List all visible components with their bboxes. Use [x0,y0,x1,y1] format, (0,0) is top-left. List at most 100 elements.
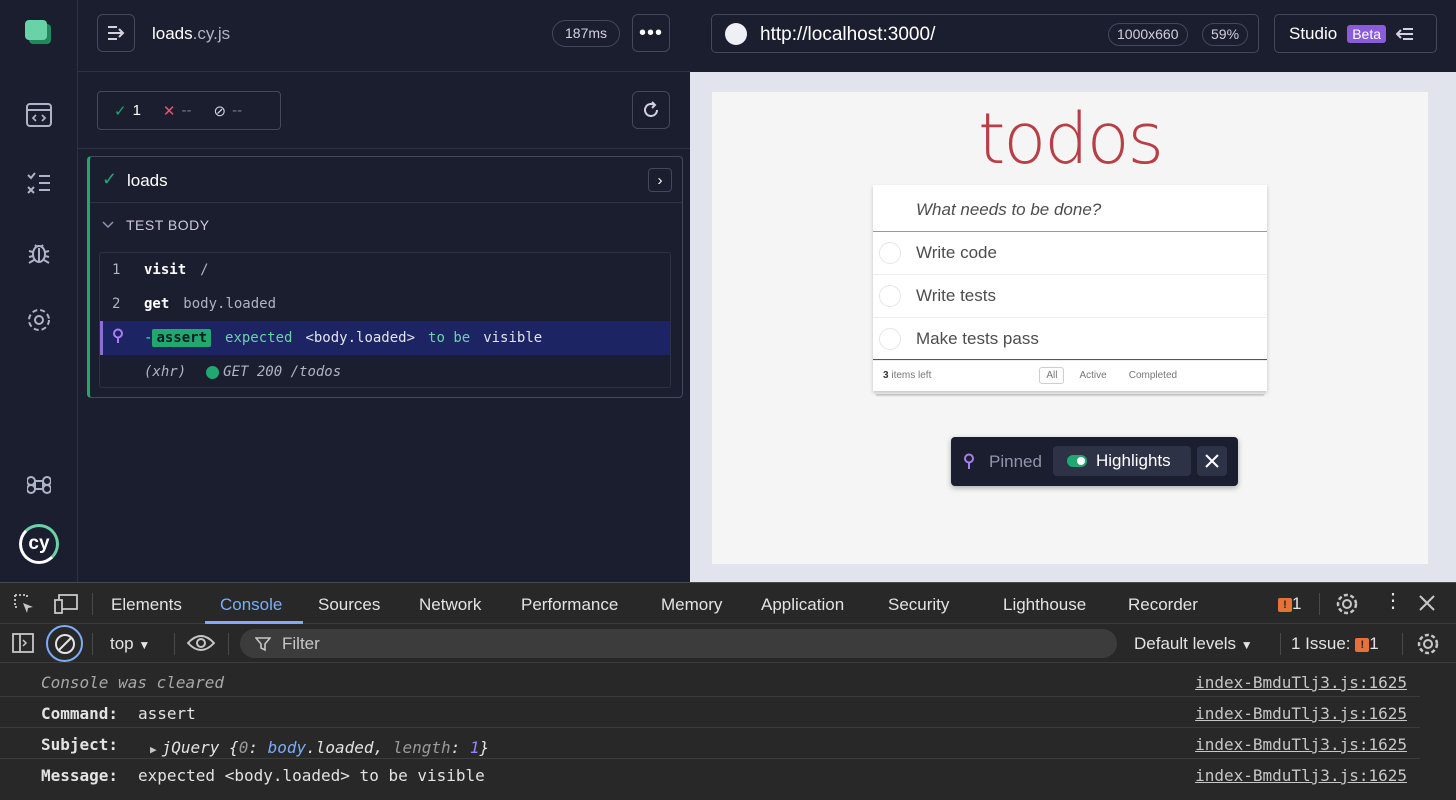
unpin-close-button[interactable] [1197,446,1227,476]
assert-word: visible [483,330,543,346]
browser-toolbar: http://localhost:3000/ 1000x660 59% Stud… [690,0,1456,72]
rerun-button[interactable] [632,91,670,129]
assert-word: to be [428,330,471,346]
status-dot-icon [206,365,220,379]
spec-name: loads [152,24,193,43]
pinned-assert-command[interactable]: - assert expected <body.loaded> to be vi… [100,321,670,355]
todo-checkbox[interactable] [879,328,901,350]
new-todo-input[interactable]: What needs to be done? [873,185,1267,232]
xhr-command-row[interactable]: (xhr) GET 200 /todos [100,355,670,389]
todo-text: Make tests pass [916,329,1039,348]
tab-console[interactable]: Console [220,595,282,615]
todo-item[interactable]: Make tests pass [873,318,1267,361]
pinned-snapshot-bar: Pinned Highlights [951,437,1238,486]
clear-console-button[interactable] [46,625,83,662]
passed-stat: ✓ 1 [114,102,141,120]
command-row[interactable]: 1 visit / [100,253,670,287]
dropdown-arrow-icon: ▼ [138,638,151,652]
source-link[interactable]: index-BmduTlj3.js:1625 [1195,704,1407,723]
command-row[interactable]: 2 get body.loaded [100,287,670,321]
issues-counter[interactable]: 1 Issue: ! 1 [1291,634,1379,654]
duration-badge: 187ms [552,20,621,47]
todo-text: Write tests [916,286,996,305]
test-stats: ✓ 1 ✕ -- ⊘ -- [97,91,281,130]
console-message: Message: expected <body.loaded> to be vis… [0,759,1420,790]
tab-security[interactable]: Security [888,595,949,615]
todo-list-card: What needs to be done? Write code Write … [873,185,1267,391]
todo-item[interactable]: Write code [873,232,1267,275]
specs-icon[interactable] [24,100,54,130]
filter-completed[interactable]: Completed [1122,367,1184,384]
test-body-label: TEST BODY [126,217,210,233]
test-body-header[interactable]: TEST BODY [102,217,210,233]
failed-stat: ✕ -- [162,102,192,120]
chevron-down-icon [102,221,114,229]
filter-all[interactable]: All [1039,367,1065,384]
console-message: Subject: ▶ jQuery {0: body.loaded, length:… [0,728,1420,759]
jquery-object[interactable]: ▶ jQuery {0: body.loaded, length: 1} [138,738,489,757]
warnings-counter[interactable]: ! 1 [1278,594,1301,614]
app-preview-frame: todos What needs to be done? Write code … [690,72,1456,582]
devtools-panel: Elements Console Sources Network Perform… [0,582,1456,800]
studio-button[interactable]: Studio Beta [1274,14,1437,53]
live-expression-eye-icon[interactable] [187,634,215,652]
keyboard-shortcuts-icon[interactable] [24,470,54,500]
source-link[interactable]: index-BmduTlj3.js:1625 [1195,735,1407,754]
todo-checkbox[interactable] [879,285,901,307]
filter-placeholder: Filter [282,633,320,653]
log-label: Subject: [41,735,119,754]
source-link[interactable]: index-BmduTlj3.js:1625 [1195,673,1407,692]
todo-checkbox[interactable] [879,242,901,264]
more-options-button[interactable]: ••• [632,14,670,52]
tab-application[interactable]: Application [761,595,844,615]
sidebar-nav: cy [0,0,78,582]
close-devtools-icon[interactable] [1419,595,1435,611]
url-bar[interactable]: http://localhost:3000/ 1000x660 59% [711,14,1259,53]
log-levels-dropdown[interactable]: Default levels ▼ [1134,634,1253,654]
settings-gear-icon[interactable] [24,305,54,335]
console-settings-gear-icon[interactable] [1416,632,1440,656]
toggle-switch-icon [1067,455,1087,467]
tab-performance[interactable]: Performance [521,595,618,615]
tab-elements[interactable]: Elements [111,595,182,615]
highlights-toggle[interactable]: Highlights [1053,446,1191,476]
context-selector[interactable]: top ▼ [110,634,150,654]
device-toolbar-icon[interactable] [54,593,78,615]
spec-filename: loads.cy.js [152,24,230,44]
command-name: visit [144,262,187,278]
dropdown-arrow-icon: ▼ [1240,638,1253,652]
skip-icon: ⊘ [213,102,227,120]
collapse-left-icon [1396,27,1414,40]
studio-label: Studio [1289,23,1338,43]
url-text: http://localhost:3000/ [760,24,936,45]
zoom-badge[interactable]: 59% [1202,23,1249,46]
open-in-ide-chevron-icon[interactable]: › [648,168,672,192]
console-filter-input[interactable]: Filter [240,629,1117,658]
source-link[interactable]: index-BmduTlj3.js:1625 [1195,766,1407,785]
passed-check-icon: ✓ [102,169,118,189]
log-value: assert [138,704,196,723]
sidebar-toggle-icon[interactable] [12,633,34,653]
tab-memory[interactable]: Memory [661,595,722,615]
pending-stat: ⊘ -- [213,102,243,120]
command-message: / [200,262,209,278]
todo-item[interactable]: Write tests [873,275,1267,318]
tab-lighthouse[interactable]: Lighthouse [1003,595,1086,615]
runs-icon[interactable] [24,168,54,198]
command-name: assert [152,329,212,347]
tab-network[interactable]: Network [419,595,481,615]
more-menu-icon[interactable]: ⋮ [1383,591,1403,611]
viewport-badge[interactable]: 1000x660 [1108,23,1188,46]
filter-active[interactable]: Active [1072,367,1113,384]
inspect-element-icon[interactable] [13,593,35,615]
debug-bug-icon[interactable] [24,237,54,267]
settings-gear-icon[interactable] [1335,592,1359,616]
test-title-row[interactable]: ✓ loads › [90,157,682,203]
tab-sources[interactable]: Sources [318,595,380,615]
toggle-specs-list-button[interactable] [97,14,135,52]
todo-app-page: todos What needs to be done? Write code … [712,92,1428,564]
ellipsis-icon: ••• [638,21,663,44]
tab-recorder[interactable]: Recorder [1128,595,1198,615]
assert-selector: <body.loaded> [305,330,416,346]
app-logo[interactable] [25,20,51,44]
